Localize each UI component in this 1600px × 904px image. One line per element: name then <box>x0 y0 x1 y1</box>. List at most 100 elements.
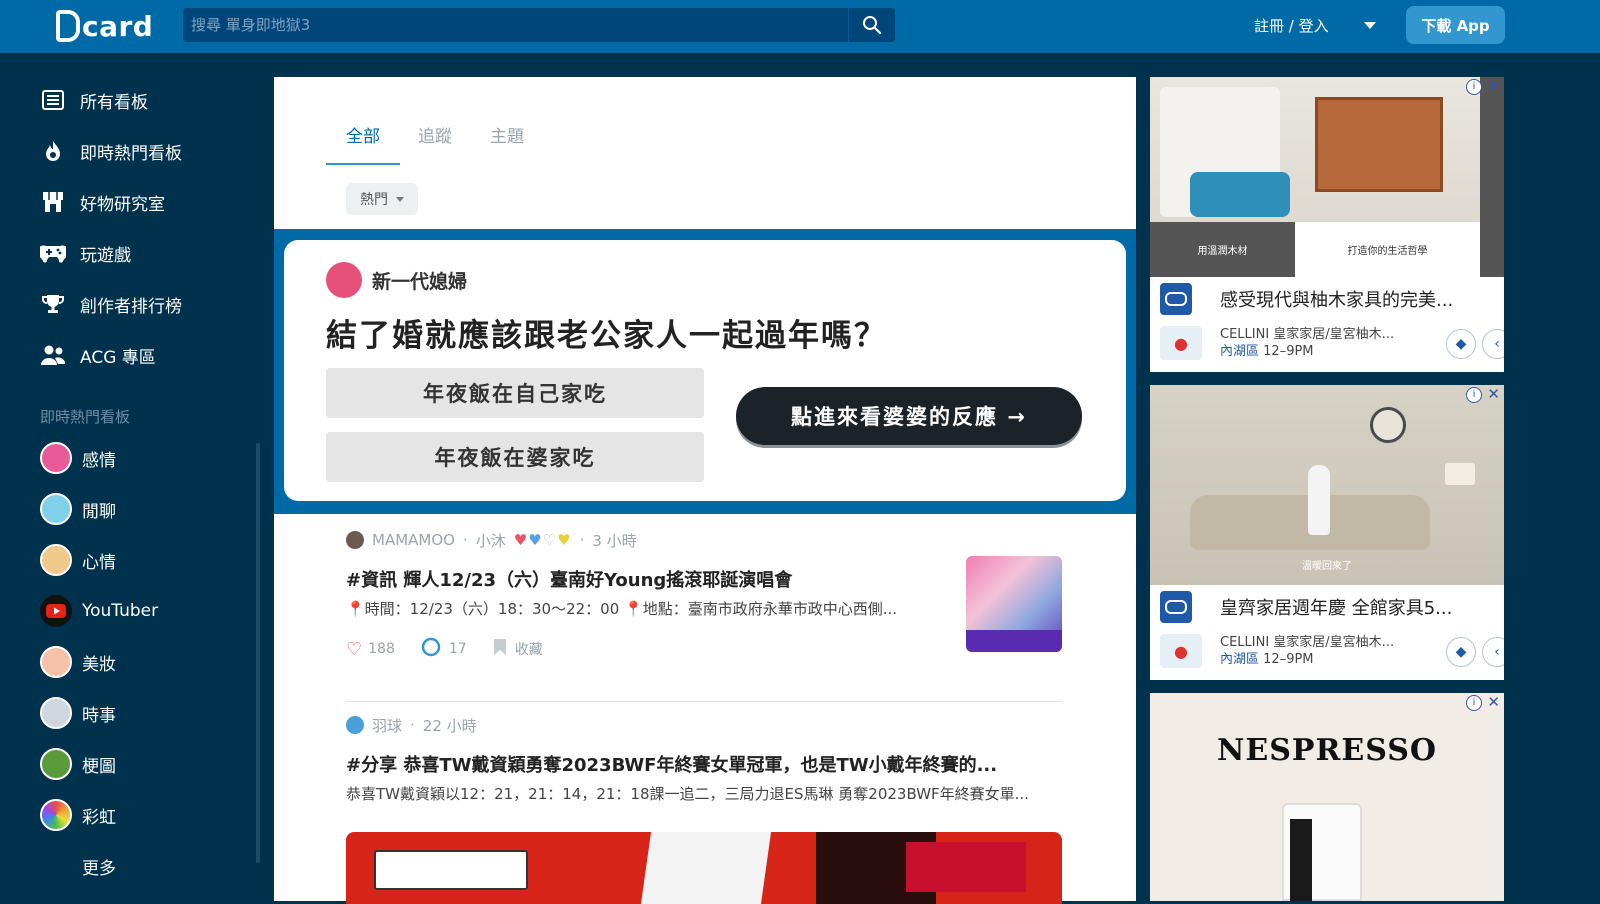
ad-headline[interactable]: 皇齊家居週年慶 全館家具5... <box>1220 594 1480 620</box>
post-time: 22 小時 <box>422 716 477 735</box>
board-label: 彩虹 <box>82 807 116 828</box>
download-app-button[interactable]: 下載 App <box>1406 6 1505 44</box>
ad-furniture-1[interactable]: 用溫潤木材 打造你的生活哲學 i ✕ 感受現代與柚木家具的完美... ● CEL… <box>1150 77 1504 372</box>
sidebar-item-label: 好物研究室 <box>80 194 165 215</box>
board-label: 梗圖 <box>82 756 116 777</box>
post-thumbnail[interactable] <box>966 556 1062 652</box>
board-item-rainbow[interactable]: 彩虹 <box>40 797 116 833</box>
ad-caption-left: 用溫潤木材 <box>1150 222 1295 277</box>
dcard-logo[interactable]: card <box>56 6 153 46</box>
ad-info-icon[interactable]: i <box>1466 79 1482 95</box>
post-title[interactable]: #分享 恭喜TW戴資穎勇奪2023BWF年終賽女單冠軍，也是TW小戴年終賽的..… <box>346 751 1062 777</box>
thumbnail-band <box>966 630 1062 652</box>
caret-down-icon <box>396 196 404 202</box>
gamepad-icon <box>40 240 66 266</box>
machine-dark-panel <box>1290 819 1312 901</box>
ad-advertiser-name: CELLINI 皇家家居/皇宮柚木... <box>1220 635 1395 650</box>
tab-all[interactable]: 全部 <box>326 122 400 165</box>
post-card[interactable]: MAMAMOO · 小沐 ♥♥♡♥ · 3 小時 #資訊 輝人12/23（六）臺… <box>346 528 1062 661</box>
search-bar <box>183 7 895 43</box>
post-card[interactable]: 羽球 · 22 小時 #分享 恭喜TW戴資穎勇奪2023BWF年終賽女單冠軍，也… <box>346 713 1062 804</box>
image-stripe <box>640 832 772 904</box>
ad-close-icon[interactable]: ✕ <box>1487 385 1500 403</box>
promo-cta-button[interactable]: 點進來看婆婆的反應 → <box>736 387 1082 445</box>
board-label: 美妝 <box>82 654 116 675</box>
signin-link[interactable]: 註冊 / 登入 <box>1254 15 1329 36</box>
sidebar-item-all-boards[interactable]: 所有看板 <box>40 80 148 120</box>
ad-video-caption: 溫暖回來了 <box>1302 561 1352 572</box>
tab-following[interactable]: 追蹤 <box>418 122 452 165</box>
ad-info-icon[interactable]: i <box>1466 695 1482 711</box>
bookmark-icon[interactable] <box>493 638 507 660</box>
post-divider <box>346 701 1062 702</box>
board-item-meme[interactable]: 梗圖 <box>40 746 116 782</box>
more-boards-link[interactable]: 更多 <box>82 848 116 884</box>
ad-headline[interactable]: 感受現代與柚木家具的完美... <box>1220 286 1480 312</box>
board-item-relationship[interactable]: 感情 <box>40 440 116 476</box>
chevron-left-icon[interactable]: ‹ <box>1482 329 1504 359</box>
ad-headline-row: 感受現代與柚木家具的完美... <box>1150 281 1504 317</box>
board-item-news[interactable]: 時事 <box>40 695 116 731</box>
board-item-makeup[interactable]: 美妝 <box>40 644 116 680</box>
nespresso-logo: NESPRESSO <box>1216 733 1438 768</box>
meta-separator: · <box>579 531 585 549</box>
map-pin-icon: ● <box>1160 634 1202 668</box>
promo-title: 結了婚就應該跟老公家人一起過年嗎？ <box>326 318 887 354</box>
comment-icon[interactable] <box>421 637 441 661</box>
post-board[interactable]: MAMAMOO <box>372 531 455 549</box>
sideboard-graphic <box>1315 97 1443 192</box>
save-label[interactable]: 收藏 <box>515 639 543 659</box>
ad-brand-logo <box>1160 591 1192 623</box>
board-item-youtuber[interactable]: YouTuber <box>40 593 158 629</box>
post-image[interactable] <box>346 832 1062 904</box>
post-author: 小沐 <box>475 531 506 550</box>
floor-lamp-graphic <box>1445 463 1475 485</box>
chevron-left-icon[interactable]: ‹ <box>1482 637 1504 667</box>
search-input[interactable] <box>183 7 848 43</box>
sidebar-item-creator-ranking[interactable]: 創作者排行榜 <box>40 284 182 324</box>
post-actions: ♡ 188 17 收藏 <box>346 637 1062 661</box>
post-board[interactable]: 羽球 <box>372 715 402 736</box>
ad-close-icon[interactable]: ✕ <box>1487 693 1500 711</box>
promo-option-in-laws[interactable]: 年夜飯在婆家吃 <box>326 432 704 482</box>
meta-separator: · <box>462 531 468 549</box>
board-label: YouTuber <box>82 601 159 621</box>
board-item-mood[interactable]: 心情 <box>40 542 116 578</box>
rainbow-board-avatar <box>40 799 72 831</box>
sidebar-scrollbar[interactable] <box>256 443 260 863</box>
ad-close-icon[interactable]: ✕ <box>1487 77 1500 95</box>
search-button[interactable] <box>848 8 895 42</box>
sidebar-item-games[interactable]: 玩遊戲 <box>40 233 131 273</box>
directions-icon[interactable]: ◆ <box>1446 637 1476 667</box>
post-title[interactable]: #資訊 輝人12/23（六）臺南好Young搖滾耶誕演唱會 <box>346 566 936 592</box>
wall-clock-graphic <box>1370 407 1406 443</box>
promo-option-own-home[interactable]: 年夜飯在自己家吃 <box>326 368 704 418</box>
dcard-logo-icon <box>56 10 80 42</box>
ad-headline-row: 皇齊家居週年慶 全館家具5... <box>1150 589 1504 625</box>
chevron-down-icon[interactable] <box>1364 22 1376 29</box>
sidebar-item-label: 玩遊戲 <box>80 245 131 266</box>
sort-dropdown[interactable]: 熱門 <box>346 183 418 215</box>
sidebar-item-goods-lab[interactable]: 好物研究室 <box>40 182 165 222</box>
heart-board-avatar <box>40 442 72 474</box>
meme-board-avatar <box>40 748 72 780</box>
directions-icon[interactable]: ◆ <box>1446 329 1476 359</box>
like-icon[interactable]: ♡ <box>346 639 362 660</box>
post-meta: MAMAMOO · 小沐 ♥♥♡♥ · 3 小時 <box>346 528 1062 552</box>
post-excerpt: 恭喜TW戴資穎以12：21，21：14，21：18課一追二，三局力退ES馬琳 勇… <box>346 785 1029 803</box>
board-item-chat[interactable]: 閒聊 <box>40 491 116 527</box>
sidebar-item-acg[interactable]: ACG 專區 <box>40 335 156 375</box>
coffee-machine-graphic <box>1282 803 1362 901</box>
top-header: card 註冊 / 登入 下載 App <box>0 0 1600 53</box>
ad-nespresso[interactable]: i ✕ NESPRESSO <box>1150 693 1504 901</box>
ad-info-icon[interactable]: i <box>1466 387 1482 403</box>
child-figure <box>1308 465 1330 535</box>
promo-user-name: 新一代媳婦 <box>372 270 468 293</box>
sidebar-item-hot-boards[interactable]: 即時熱門看板 <box>40 131 182 171</box>
trophy-icon <box>40 291 66 317</box>
post-meta: 羽球 · 22 小時 <box>346 713 1062 737</box>
promo-card[interactable]: 新一代媳婦 結了婚就應該跟老公家人一起過年嗎？ 年夜飯在自己家吃 年夜飯在婆家吃… <box>284 240 1126 501</box>
map-pin-icon: ● <box>1160 326 1202 360</box>
tab-topics[interactable]: 主題 <box>490 122 524 165</box>
ad-furniture-2[interactable]: 溫暖回來了 i ✕ 皇齊家居週年慶 全館家具5... ● CELLINI 皇家家… <box>1150 385 1504 680</box>
